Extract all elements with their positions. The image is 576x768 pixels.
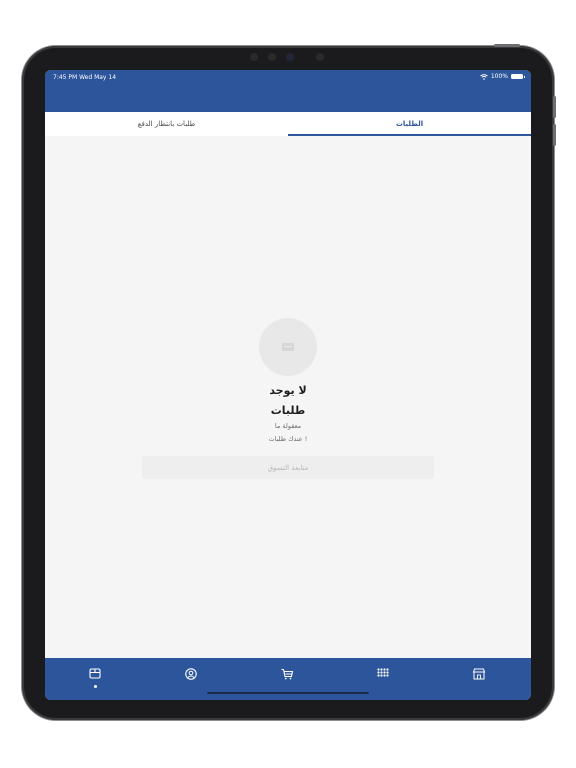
cart-icon [282, 343, 294, 351]
continue-shopping-button[interactable]: متابعة التسوق [142, 456, 434, 479]
orders-tabs: طلبات بانتظار الدفع الطلبات [45, 112, 531, 136]
cart-icon [281, 668, 294, 680]
grid-menu-icon [377, 668, 389, 677]
empty-subtitle-line2: عندك طلبات ! [268, 435, 308, 443]
status-bar: 7:45 PM Wed May 14 100% [45, 70, 531, 112]
nav-store[interactable] [471, 666, 487, 682]
nav-account[interactable] [183, 666, 199, 682]
bottom-nav [45, 658, 531, 700]
nav-categories[interactable] [375, 666, 391, 682]
home-indicator[interactable] [207, 692, 369, 694]
battery-percent: 100% [490, 73, 508, 80]
nav-orders[interactable] [87, 666, 103, 688]
front-camera [250, 52, 330, 62]
power-button [494, 44, 520, 47]
empty-title-line2: طلبات [270, 404, 306, 417]
volume-down-button [553, 124, 556, 146]
empty-cart-illustration [259, 318, 317, 376]
active-indicator-dot [93, 685, 97, 688]
empty-title-line1: لا يوجد [269, 384, 307, 397]
empty-subtitle-line1: معقولة ما [274, 422, 302, 430]
app-screen: 7:45 PM Wed May 14 100% طلبات بانتظار ال… [45, 70, 531, 700]
volume-up-button [553, 96, 556, 118]
tab-orders[interactable]: الطلبات [288, 112, 531, 136]
store-icon [472, 668, 486, 680]
status-time: 7:45 PM Wed May 14 [53, 74, 117, 81]
nav-cart[interactable] [279, 666, 295, 682]
account-icon [185, 668, 197, 680]
wifi-icon [480, 73, 488, 80]
status-indicators: 100% [480, 73, 525, 80]
tab-pending-payment[interactable]: طلبات بانتظار الدفع [45, 112, 288, 136]
battery-icon [511, 74, 525, 79]
orders-box-icon [89, 668, 101, 679]
